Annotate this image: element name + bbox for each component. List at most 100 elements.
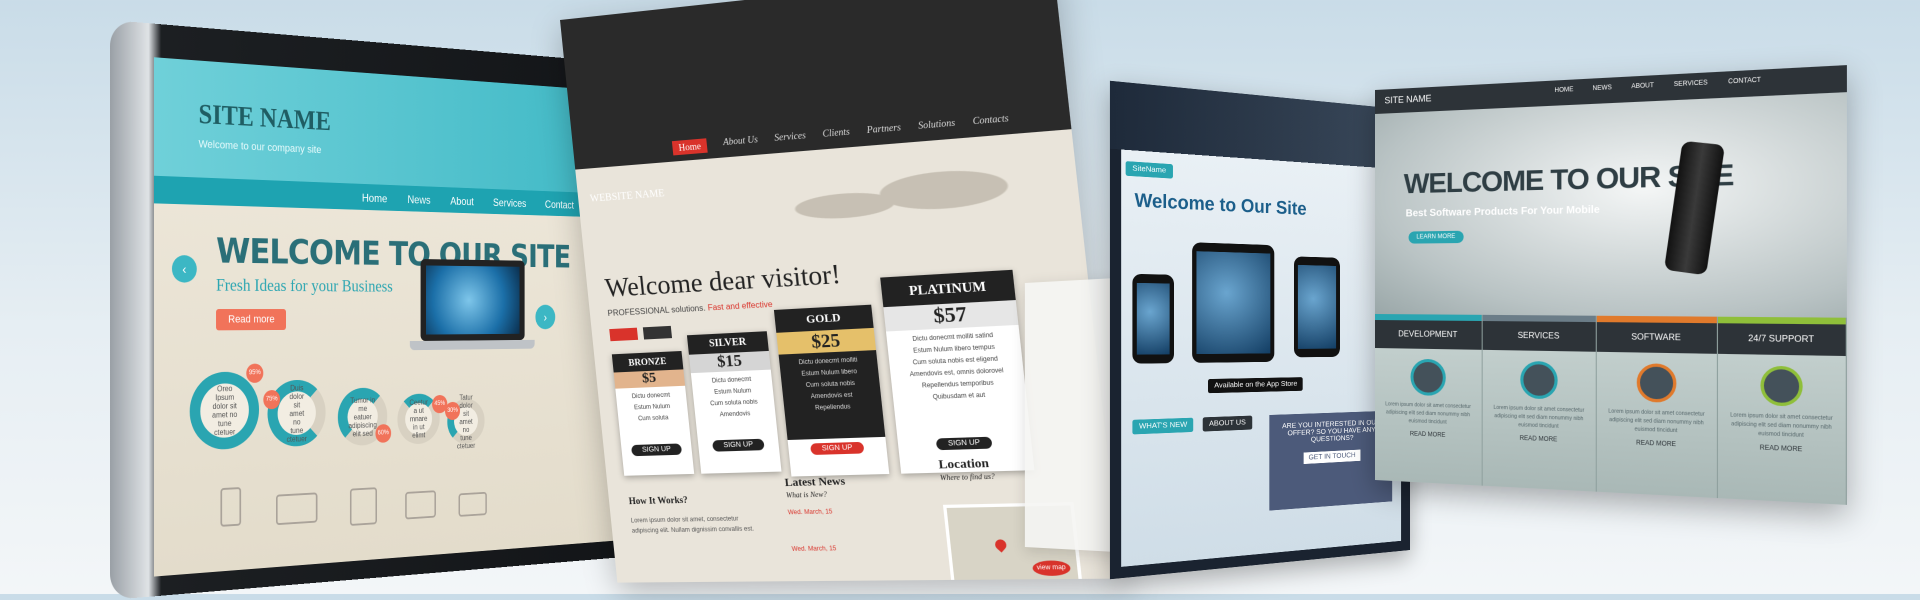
get-in-touch-button[interactable]: GET IN TOUCH	[1303, 449, 1361, 465]
ring-percent: 95%	[246, 363, 264, 384]
laptop-icon	[275, 492, 318, 526]
nav-home[interactable]: HOME	[1555, 87, 1574, 94]
news-title: Latest News	[784, 475, 846, 490]
column-text: Lorem ipsum dolor sit amet consectetur a…	[1608, 408, 1705, 435]
nav-contact[interactable]: Contact	[545, 198, 574, 211]
nav-home[interactable]: Home	[362, 191, 387, 205]
ring-text: Tumor in me eatuer adipiscing elit sed	[348, 395, 377, 438]
hero-button-dark[interactable]	[642, 325, 673, 340]
world-map	[767, 149, 1026, 253]
pricing-title: Welcome dear visitor!	[603, 258, 842, 303]
read-more-link[interactable]: READ MORE	[1597, 439, 1717, 450]
app-store-button[interactable]: Available on the App Store	[1207, 377, 1304, 394]
nav-services[interactable]: Services	[493, 196, 526, 210]
nav-news[interactable]: News	[408, 193, 431, 207]
plan-features: Dictu donecmt Estum Nulum Cum soluta	[631, 392, 671, 423]
learn-more-button[interactable]: LEARN MORE	[1408, 230, 1464, 244]
stat-ring: Oreo Ipsum dolor sit amet no tune ctetue…	[189, 371, 260, 451]
offer-text: ARE YOU INTERESTED IN OUR OFFER? SO YOU …	[1282, 419, 1381, 444]
prev-arrow-icon[interactable]: ‹	[171, 255, 197, 283]
software-site-name: SITE NAME	[1384, 93, 1432, 106]
view-map-badge[interactable]: view map	[1031, 560, 1072, 577]
plan-card-bronze: BRONZE $5 Dictu donecmt Estum Nulum Cum so…	[611, 350, 695, 476]
location-title: Location	[937, 455, 990, 472]
laptop-image	[409, 259, 535, 351]
map-pin-icon	[992, 537, 1009, 553]
nav-services[interactable]: SERVICES	[1674, 80, 1708, 88]
laptop-base	[409, 339, 535, 351]
tv-icon	[405, 490, 436, 520]
pricing-header	[560, 0, 1072, 170]
nav-solutions[interactable]: Solutions	[918, 117, 956, 135]
read-more-link[interactable]: READ MORE	[1718, 443, 1846, 455]
location-subtitle: Where to find us?	[939, 472, 996, 483]
plan-features: Dictu donecmt molliti satind Estum Nulum…	[909, 332, 1004, 402]
hero-button-red[interactable]	[609, 327, 639, 342]
subtitle-accent: Fast and effective	[707, 299, 773, 313]
offer-box: ARE YOU INTERESTED IN OUR OFFER? SO YOU …	[1269, 410, 1393, 511]
news-subtitle: What is New?	[785, 490, 828, 500]
whats-new-label: WHAT'S NEW	[1132, 417, 1194, 435]
ring-text: Duis dolor sit amet no tune ctetuer	[286, 383, 307, 444]
read-more-link[interactable]: READ MORE	[1483, 434, 1596, 445]
software-site-mockup: SITE NAME HOME NEWS ABOUT SERVICES CONTA…	[1375, 65, 1847, 505]
nav-home[interactable]: Home	[671, 138, 708, 156]
globe-icon	[1410, 358, 1446, 397]
plan-card-silver: SILVER $15 Dictu donecmt Estum Nulum Cum s…	[686, 331, 782, 474]
phones-site-name: SiteName	[1125, 161, 1173, 179]
signup-button[interactable]: SIGN UP	[712, 438, 765, 452]
how-title: How It Works?	[628, 494, 689, 507]
news-date: Wed. March, 15	[791, 546, 837, 553]
monitor-screen: SITE NAME Welcome to our company site Ho…	[153, 57, 640, 577]
gear-icon	[1519, 360, 1558, 400]
tablet-screen	[1196, 251, 1271, 355]
phone-screen	[1297, 264, 1337, 349]
subtitle-prefix: PROFESSIONAL solutions.	[607, 303, 706, 319]
software-nav: HOME NEWS ABOUT SERVICES CONTACT	[1555, 77, 1762, 94]
nav-clients[interactable]: Clients	[822, 126, 851, 143]
feature-column: 24/7 SUPPORT Lorem ipsum dolor sit amet …	[1717, 316, 1847, 505]
nav-partners[interactable]: Partners	[866, 122, 902, 140]
signup-button[interactable]: SIGN UP	[810, 441, 865, 456]
tablet-icon	[349, 487, 377, 526]
signup-button[interactable]: SIGN UP	[935, 436, 993, 451]
monitor-icon	[1636, 363, 1676, 403]
stat-ring: Duis dolor sit amet no tune ctetuer	[267, 379, 326, 448]
phones-site-mockup: SiteName Welcome to Our Site Available o…	[1109, 80, 1410, 580]
plan-card-gold: GOLD $25 Dictu donecmt molliti Estum Nulu…	[773, 304, 890, 477]
feature-columns: DEVELOPMENT Lorem ipsum dolor sit amet c…	[1375, 314, 1847, 505]
read-more-link[interactable]: READ MORE	[1375, 430, 1482, 440]
phone-screen	[1136, 282, 1170, 355]
phone-large	[1293, 256, 1340, 358]
nav-about[interactable]: About	[450, 195, 473, 208]
nav-about[interactable]: About Us	[723, 134, 759, 151]
nav-contacts[interactable]: Contacts	[972, 113, 1009, 131]
ring-text: Oreo Ipsum dolor sit amet no tune ctetue…	[212, 384, 238, 438]
next-arrow-icon[interactable]: ›	[535, 304, 556, 330]
feature-column: SOFTWARE Lorem ipsum dolor sit amet cons…	[1596, 315, 1718, 499]
brand-name: WEBSITE NAME	[589, 187, 666, 205]
ring-text: Ceetur a ut mnare in ut elimt	[409, 398, 428, 440]
how-text: Lorem ipsum dolor sit amet, consectetur …	[630, 516, 755, 535]
column-title: 24/7 SUPPORT	[1717, 323, 1846, 357]
support-icon	[1759, 365, 1803, 407]
read-more-button[interactable]: Read more	[216, 309, 287, 331]
signup-button[interactable]: SIGN UP	[631, 443, 683, 457]
nav-news[interactable]: NEWS	[1593, 85, 1612, 92]
about-label: ABOUT US	[1202, 415, 1252, 432]
nav-contact[interactable]: CONTACT	[1728, 77, 1761, 85]
hero-buttons	[609, 325, 673, 342]
software-hero-subtitle: Best Software Products For Your Mobile	[1405, 204, 1600, 220]
column-title: SOFTWARE	[1596, 322, 1717, 354]
phone-small	[1132, 273, 1174, 364]
column-text: Lorem ipsum dolor sit amet consectetur a…	[1493, 404, 1585, 430]
nav-about[interactable]: ABOUT	[1631, 83, 1654, 91]
column-title: SERVICES	[1482, 321, 1596, 352]
radio-icon	[458, 491, 487, 517]
laptop-screen	[425, 265, 520, 335]
nav-services[interactable]: Services	[774, 130, 807, 147]
ring-text: Tatur dolor sit amet no tune ctetuer	[456, 392, 476, 450]
feature-column: DEVELOPMENT Lorem ipsum dolor sit amet c…	[1375, 314, 1483, 486]
plan-card-platinum: PLATINUM $57 Dictu donecmt molliti satin…	[880, 269, 1035, 474]
column-title: DEVELOPMENT	[1375, 320, 1482, 350]
